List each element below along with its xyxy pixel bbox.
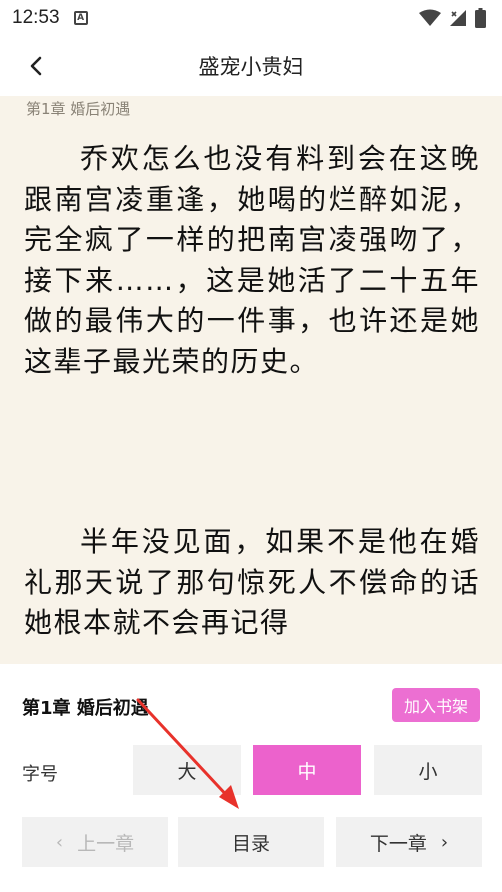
table-of-contents-button[interactable]: 目录 — [178, 817, 324, 867]
prev-chapter-label: 上一章 — [77, 832, 135, 855]
battery-icon — [475, 8, 486, 28]
title-bar: 盛宠小贵妇 — [0, 36, 502, 96]
prev-chapter-button[interactable]: ‹ 上一章 — [22, 817, 168, 867]
chapter-header: 第1章 婚后初遇 — [26, 100, 131, 118]
notification-icon: A — [73, 11, 88, 25]
add-to-shelf-button[interactable]: 加入书架 — [392, 688, 480, 722]
font-size-label: 字号 — [22, 764, 58, 785]
page-title: 盛宠小贵妇 — [198, 55, 304, 79]
signal-icon — [450, 10, 466, 26]
chevron-right-icon: › — [440, 831, 449, 853]
status-time: 12:53 — [12, 7, 60, 28]
font-size-large-button[interactable]: 大 — [133, 745, 241, 795]
font-size-medium-button[interactable]: 中 — [253, 745, 361, 795]
wifi-icon — [419, 9, 441, 26]
toc-label: 目录 — [231, 832, 270, 855]
next-chapter-label: 下一章 — [369, 832, 427, 855]
paragraph-2: 半年没见面，如果不是他在婚礼那天说了那句惊死人不偿命的话她根本就不会再记得 — [24, 525, 480, 639]
status-right — [419, 8, 486, 28]
status-left: 12:53 A — [12, 7, 88, 29]
font-size-small-button[interactable]: 小 — [374, 745, 482, 795]
next-chapter-button[interactable]: 下一章 › — [336, 817, 482, 867]
paragraph-1: 乔欢怎么也没有料到会在这晚跟南宫凌重逢，她喝的烂醉如泥，完全疯了一样的把南宫凌强… — [24, 142, 480, 378]
reading-area[interactable]: 第1章 婚后初遇 乔欢怎么也没有料到会在这晚跟南宫凌重逢，她喝的烂醉如泥，完全疯… — [0, 96, 502, 664]
panel-chapter-title: 第1章 婚后初遇 — [22, 698, 149, 719]
chevron-left-icon: ‹ — [55, 831, 64, 853]
reader-settings-panel: 第1章 婚后初遇 加入书架 字号 大 中 小 ‹ 上一章 目录 下一章 › — [0, 664, 502, 892]
status-bar: 12:53 A — [0, 0, 502, 36]
back-arrow-icon[interactable] — [22, 50, 50, 82]
